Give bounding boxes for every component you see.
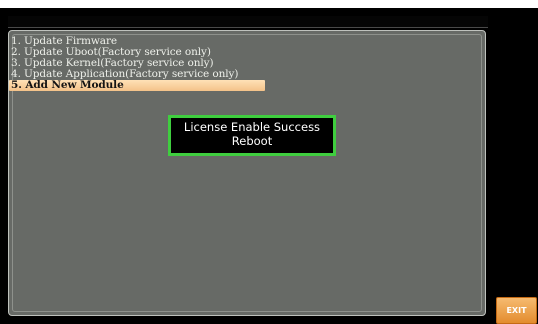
license-success-dialog: License Enable Success Reboot [168, 115, 336, 156]
menu-item-add-new-module[interactable]: 5. Add New Module [9, 80, 265, 91]
exit-button[interactable]: EXIT [496, 297, 537, 324]
update-menu: 1. Update Firmware 2. Update Uboot(Facto… [9, 36, 265, 91]
dialog-message: License Enable Success [183, 120, 321, 134]
dialog-reboot-text: Reboot [231, 134, 273, 148]
title-bar [8, 16, 488, 28]
